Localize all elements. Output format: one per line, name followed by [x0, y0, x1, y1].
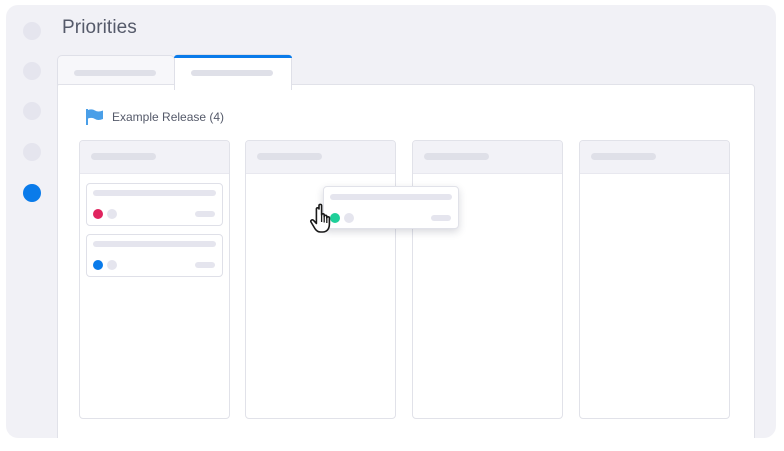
nav-rail-item-2[interactable]: [23, 62, 41, 80]
tab-label-placeholder: [191, 70, 273, 76]
column-title-placeholder: [424, 153, 489, 160]
status-dot: [93, 260, 103, 270]
column-title-placeholder: [257, 153, 322, 160]
card-title-placeholder: [93, 190, 216, 196]
task-card[interactable]: [86, 234, 223, 277]
card-title-placeholder: [330, 194, 452, 200]
page-title: Priorities: [62, 17, 137, 38]
active-tab-indicator: [174, 55, 292, 58]
flag-icon: [86, 109, 103, 125]
nav-rail-item-3[interactable]: [23, 102, 41, 120]
dragging-task-card[interactable]: [323, 186, 459, 229]
board-panel: Example Release (4): [57, 84, 755, 438]
hand-pointer-icon: [310, 203, 331, 233]
card-title-placeholder: [93, 241, 216, 247]
column-header: [80, 141, 229, 174]
board-column-2[interactable]: [245, 140, 396, 419]
nav-rail-item-1[interactable]: [23, 22, 41, 40]
assignee-dot: [344, 213, 354, 223]
column-title-placeholder: [591, 153, 656, 160]
nav-rail-item-4[interactable]: [23, 143, 41, 161]
release-label: Example Release (4): [112, 110, 225, 124]
card-meta-placeholder: [195, 262, 215, 268]
board-column-4[interactable]: [579, 140, 730, 419]
status-dot: [93, 209, 103, 219]
column-header: [580, 141, 729, 174]
nav-rail-item-priorities[interactable]: [23, 184, 41, 202]
board-column-1[interactable]: [79, 140, 230, 419]
release-header[interactable]: Example Release (4): [85, 108, 224, 126]
column-header: [246, 141, 395, 174]
board-column-3[interactable]: [412, 140, 563, 419]
tab-label-placeholder: [74, 70, 156, 76]
card-meta-placeholder: [195, 211, 215, 217]
column-title-placeholder: [91, 153, 156, 160]
task-card[interactable]: [86, 183, 223, 226]
assignee-dot: [107, 209, 117, 219]
card-meta-placeholder: [431, 215, 451, 221]
assignee-dot: [107, 260, 117, 270]
column-header: [413, 141, 562, 174]
tab-2-active[interactable]: [174, 54, 292, 90]
tab-1[interactable]: [57, 55, 175, 87]
